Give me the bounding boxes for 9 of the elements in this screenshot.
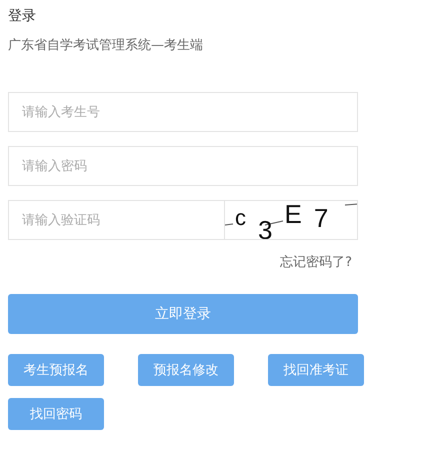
action-button[interactable]: 考生预报名	[8, 354, 104, 386]
action-button[interactable]: 预报名修改	[138, 354, 234, 386]
subtitle: 广东省自学考试管理系统—考生端	[8, 37, 203, 55]
action-button[interactable]: 找回密码	[8, 398, 104, 430]
page-title: 登录	[8, 7, 36, 26]
login-button[interactable]: 立即登录	[8, 294, 358, 334]
action-button[interactable]: 找回准考证	[268, 354, 364, 386]
forgot-password-link[interactable]: 忘记密码了?	[280, 253, 352, 273]
captcha-image[interactable]: c 3 E 7	[225, 200, 358, 240]
